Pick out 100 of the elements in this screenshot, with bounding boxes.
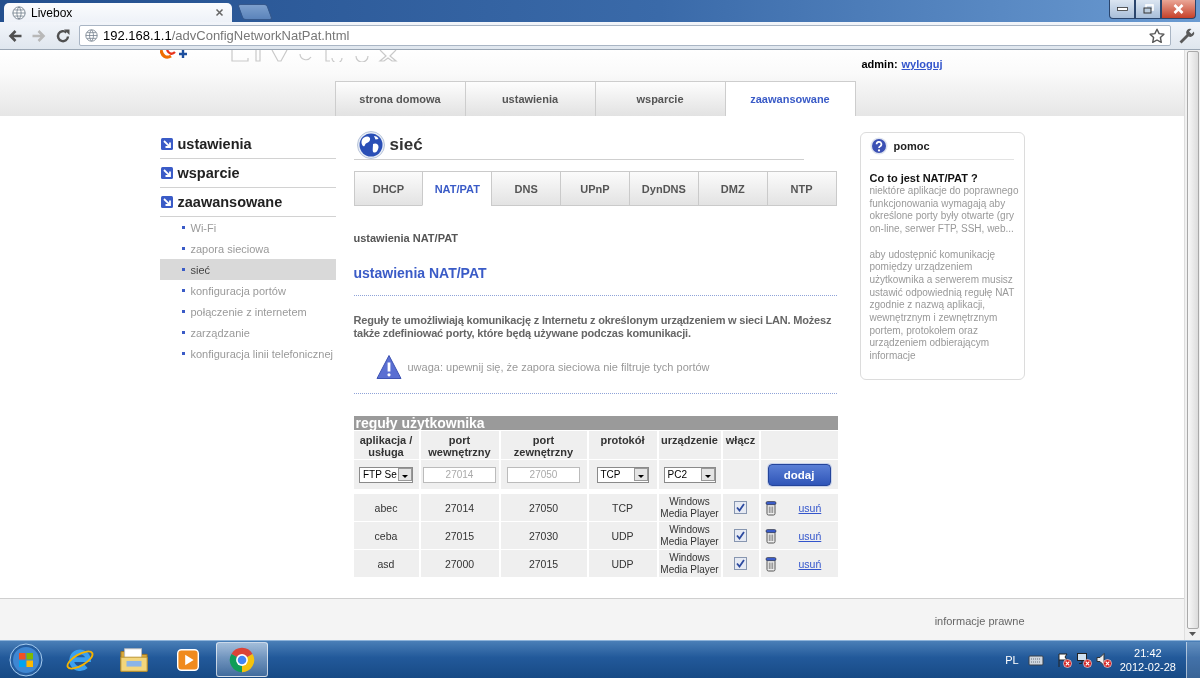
scroll-down-icon[interactable] bbox=[1189, 632, 1196, 636]
table-cell: abec bbox=[353, 494, 419, 521]
warning-icon bbox=[375, 354, 402, 380]
column-header: port wewnętrzny bbox=[420, 431, 499, 459]
start-button[interactable] bbox=[6, 641, 46, 678]
column-header: port zewnętrzny bbox=[500, 431, 587, 459]
caret-icon bbox=[700, 468, 715, 481]
user-label: admin: bbox=[861, 58, 898, 71]
checkbox[interactable] bbox=[734, 529, 747, 542]
bullet-icon bbox=[181, 226, 185, 229]
new-tab-button[interactable] bbox=[237, 4, 273, 20]
bullet-icon bbox=[181, 352, 185, 355]
dropdown[interactable]: FTP Se bbox=[359, 466, 413, 483]
nav-tab[interactable]: strona domowa bbox=[334, 81, 466, 116]
table-cell: UDP bbox=[588, 550, 657, 577]
dropdown[interactable]: TCP bbox=[596, 466, 649, 483]
panel-title: pomoc bbox=[893, 140, 930, 152]
arrow-square-icon bbox=[160, 167, 173, 179]
flag-icon[interactable] bbox=[1055, 651, 1072, 668]
minimize-icon bbox=[1116, 7, 1128, 11]
browser-tab[interactable]: Livebox bbox=[4, 3, 232, 22]
column-header: aplikacja / usługa bbox=[353, 431, 419, 459]
back-icon[interactable] bbox=[7, 27, 23, 44]
nav-tab[interactable]: wsparcie bbox=[594, 81, 726, 116]
show-desktop-button[interactable] bbox=[1186, 641, 1200, 678]
checkbox[interactable] bbox=[734, 501, 747, 514]
add-button[interactable]: dodaj bbox=[767, 463, 831, 486]
help-text: aby udostępnić komunikację pomiędzy urządzeniem użytkownika a serwerem musisz ustawić odpowiednią regułę NAT zgodnie z nazwą aplikacji, wewnętrznym i zewnętrznym portem, protokołem oraz urządzeniem odbierającym informacje bbox=[869, 248, 1016, 363]
clock-time[interactable]: 21:42 bbox=[1134, 645, 1162, 660]
star-icon[interactable] bbox=[1149, 27, 1165, 44]
arrow-square-icon bbox=[160, 138, 173, 150]
orb-icon bbox=[9, 642, 43, 677]
table-cell: 27015 bbox=[500, 550, 587, 577]
nav-tab[interactable]: ustawienia bbox=[464, 81, 596, 116]
sub-tab[interactable]: UPnP bbox=[560, 171, 630, 206]
port-field[interactable]: 27050 bbox=[507, 466, 580, 483]
sub-tab[interactable]: NTP bbox=[766, 171, 837, 206]
scrollbar[interactable] bbox=[1184, 50, 1200, 640]
bullet-icon bbox=[181, 310, 185, 313]
network-icon[interactable] bbox=[1075, 651, 1092, 668]
minimize-button[interactable] bbox=[1109, 0, 1135, 19]
bullet-icon bbox=[181, 268, 185, 271]
clock-date[interactable]: 2012-02-28 bbox=[1119, 659, 1176, 674]
dropdown[interactable]: PC2 bbox=[663, 466, 716, 483]
bullet-icon bbox=[181, 289, 185, 292]
column-header: protokół bbox=[588, 431, 657, 459]
globe-icon bbox=[12, 5, 26, 20]
sub-tab[interactable]: DynDNS bbox=[628, 171, 699, 206]
reload-icon[interactable] bbox=[55, 27, 71, 44]
table-cell: 27015 bbox=[420, 522, 499, 549]
table-cell: TCP bbox=[588, 494, 657, 521]
address-bar[interactable]: 192.168.1.1/advConfigNetworkNatPat.html bbox=[79, 25, 1171, 46]
close-icon bbox=[1173, 4, 1184, 14]
caret-icon bbox=[398, 468, 412, 481]
nav-section[interactable]: ustawienia bbox=[159, 130, 336, 159]
close-icon[interactable] bbox=[215, 8, 224, 17]
close-button[interactable] bbox=[1161, 0, 1196, 19]
breadcrumb: ustawienia NAT/PAT bbox=[353, 231, 459, 245]
help-icon bbox=[869, 137, 888, 155]
delete-link[interactable]: usuń bbox=[798, 557, 822, 570]
help-text: niektóre aplikacje do poprawnego funkcjonowania wymagają aby określone porty były otwarte (gry on-line, serwer FTP, SSH, web... bbox=[869, 185, 1019, 236]
nav-section[interactable]: zaawansowane bbox=[159, 188, 336, 217]
checkbox[interactable] bbox=[734, 557, 747, 570]
restore-icon bbox=[1142, 4, 1154, 14]
muted-speaker-icon[interactable] bbox=[1095, 651, 1112, 668]
maximize-button[interactable] bbox=[1135, 0, 1161, 19]
table-cell: Windows Media Player bbox=[658, 522, 721, 549]
nav-item[interactable]: sieć bbox=[159, 259, 336, 280]
table-cell: 27014 bbox=[420, 494, 499, 521]
taskbar-button[interactable] bbox=[216, 642, 268, 677]
globe-icon bbox=[85, 29, 98, 42]
port-field[interactable]: 27014 bbox=[423, 466, 496, 483]
delete-link[interactable]: usuń bbox=[798, 501, 822, 514]
page-heading: ustawienia NAT/PAT bbox=[353, 265, 488, 282]
table-cell: 27050 bbox=[500, 494, 587, 521]
scrollbar-thumb[interactable] bbox=[1186, 51, 1199, 629]
logout-link[interactable]: wyloguj bbox=[901, 58, 943, 71]
description-text: Reguły te umożliwiają komunikację z Internetu z określonym urządzeniem w sieci LAN. Możesz także zdefiniować porty, które będą używane podczas komunikacji. bbox=[353, 314, 833, 340]
delete-link[interactable]: usuń bbox=[798, 529, 822, 542]
table-cell: asd bbox=[353, 550, 419, 577]
trash-icon[interactable] bbox=[764, 527, 777, 544]
table-cell: 27000 bbox=[420, 550, 499, 577]
table-cell: Windows Media Player bbox=[658, 494, 721, 521]
trash-icon[interactable] bbox=[764, 499, 777, 516]
nav-section[interactable]: wsparcie bbox=[159, 159, 336, 188]
language-indicator[interactable]: PL bbox=[1005, 653, 1019, 666]
warning-text: uwaga: upewnij się, że zapora sieciowa nie filtruje tych portów bbox=[407, 361, 710, 373]
column-header: urządzenie bbox=[658, 431, 721, 459]
table-cell: Windows Media Player bbox=[658, 550, 721, 577]
table-cell: ceba bbox=[353, 522, 419, 549]
sub-tab[interactable]: DNS bbox=[491, 171, 562, 206]
nav-tab[interactable]: zaawansowane bbox=[724, 81, 856, 116]
sub-tab[interactable]: DHCP bbox=[353, 171, 424, 206]
trash-icon[interactable] bbox=[764, 555, 777, 572]
legal-link[interactable]: informacje prawne bbox=[934, 615, 1025, 628]
wrench-icon[interactable] bbox=[1179, 27, 1195, 44]
arrow-square-icon bbox=[160, 196, 173, 208]
table-cell: 27030 bbox=[500, 522, 587, 549]
sub-tab[interactable]: NAT/PAT bbox=[422, 171, 493, 206]
sub-tab[interactable]: DMZ bbox=[697, 171, 768, 206]
